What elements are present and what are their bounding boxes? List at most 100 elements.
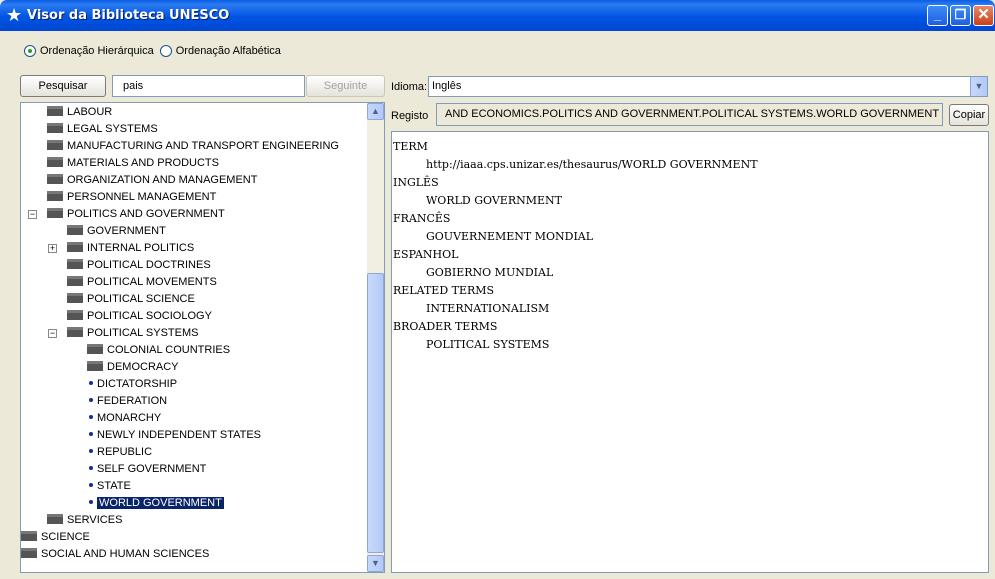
tree-item-label: POLITICAL SYSTEMS <box>87 327 199 339</box>
detail-value: WORLD GOVERNMENT <box>426 194 562 207</box>
tree-item[interactable]: POLITICAL MOVEMENTS <box>67 274 217 291</box>
expand-icon[interactable]: + <box>48 244 57 253</box>
bullet-icon <box>89 483 93 487</box>
detail-heading: RELATED TERMS <box>393 284 495 297</box>
alphabetical-radio-label[interactable]: Ordenação Alfabética <box>176 45 281 57</box>
tree-item[interactable]: SELF GOVERNMENT <box>87 461 206 478</box>
language-value: Inglês <box>432 80 462 92</box>
maximize-button[interactable]: ❐ <box>950 5 971 26</box>
next-button[interactable]: Seguinte <box>306 75 385 97</box>
folder-icon <box>47 123 63 133</box>
folder-icon <box>87 344 103 354</box>
record-label: Registo <box>391 110 429 122</box>
tree-item-label: DEMOCRACY <box>107 361 179 373</box>
app-star-icon: ★ <box>6 5 23 25</box>
tree-item[interactable]: LEGAL SYSTEMS <box>47 121 158 138</box>
tree-item[interactable]: − POLITICS AND GOVERNMENT <box>28 206 225 223</box>
search-input[interactable]: pais <box>112 75 305 97</box>
copy-button[interactable]: Copiar <box>949 104 989 126</box>
hierarchical-radio[interactable] <box>24 45 36 57</box>
minimize-button[interactable]: _ <box>927 5 948 26</box>
tree-item[interactable]: SERVICES <box>47 512 122 529</box>
tree-item[interactable]: POLITICAL SCIENCE <box>67 291 195 308</box>
tree-item-label: SOCIAL AND HUMAN SCIENCES <box>41 548 210 560</box>
folder-icon <box>47 514 63 524</box>
close-button[interactable]: ✕ <box>973 5 994 26</box>
tree-item[interactable]: GOVERNMENT <box>67 223 166 240</box>
tree-item-label: LABOUR <box>67 106 113 118</box>
tree-item[interactable]: STATE <box>87 478 131 495</box>
thesaurus-tree[interactable]: LABOUR LEGAL SYSTEMS MANUFACTURING AND TRA… <box>20 102 385 573</box>
collapse-icon[interactable]: − <box>48 329 57 338</box>
tree-item-label: COLONIAL COUNTRIES <box>107 344 231 356</box>
folder-icon <box>67 276 83 286</box>
bullet-icon <box>89 381 93 385</box>
tree-item[interactable]: MANUFACTURING AND TRANSPORT ENGINEERING <box>47 138 339 155</box>
term-detail-panel[interactable]: TERM http://iaaa.cps.unizar.es/thesaurus/… <box>391 131 989 573</box>
tree-item[interactable]: NEWLY INDEPENDENT STATES <box>87 427 261 444</box>
folder-icon <box>87 361 103 371</box>
tree-item-label: POLITICAL DOCTRINES <box>87 259 211 271</box>
ordering-options: Ordenação Hierárquica Ordenação Alfabéti… <box>24 43 287 59</box>
detail-heading: ESPANHOL <box>393 248 459 261</box>
tree-item[interactable]: LABOUR <box>47 104 112 121</box>
tree-item-label: MANUFACTURING AND TRANSPORT ENGINEERING <box>67 140 339 152</box>
tree-item-label: LEGAL SYSTEMS <box>67 123 158 135</box>
detail-value: GOUVERNEMENT MONDIAL <box>426 230 594 243</box>
detail-heading: BROADER TERMS <box>393 320 498 333</box>
tree-item[interactable]: WORLD GOVERNMENT <box>87 495 224 512</box>
folder-icon <box>47 106 63 116</box>
alphabetical-radio[interactable] <box>159 45 172 57</box>
language-select[interactable]: Inglês ▼ <box>428 76 988 97</box>
tree-item[interactable]: − POLITICAL SYSTEMS <box>48 325 199 342</box>
tree-item-label: POLITICS AND GOVERNMENT <box>67 208 225 220</box>
tree-item-label: POLITICAL SOCIOLOGY <box>87 310 212 322</box>
tree-item[interactable]: DICTATORSHIP <box>87 376 177 393</box>
tree-item-label: POLITICAL MOVEMENTS <box>87 276 217 288</box>
tree-item-label: DICTATORSHIP <box>97 378 178 390</box>
detail-heading: INGLÊS <box>393 176 439 189</box>
tree-item[interactable]: REPUBLIC <box>87 444 152 461</box>
tree-item[interactable]: POLITICAL DOCTRINES <box>67 257 211 274</box>
title-bar[interactable]: ★ Visor da Biblioteca UNESCO _ ❐ ✕ <box>0 0 995 31</box>
tree-item-label: SERVICES <box>67 514 123 526</box>
folder-icon <box>67 327 83 337</box>
chevron-down-icon[interactable]: ▼ <box>970 77 987 96</box>
detail-value: GOBIERNO MUNDIAL <box>426 266 554 279</box>
tree-item[interactable]: SOCIAL AND HUMAN SCIENCES <box>21 546 209 563</box>
tree-item-label: NEWLY INDEPENDENT STATES <box>97 429 262 441</box>
tree-scrollbar[interactable]: ▲ ▼ <box>367 103 384 572</box>
tree-item[interactable]: POLITICAL SOCIOLOGY <box>67 308 212 325</box>
scroll-up-icon[interactable]: ▲ <box>367 103 384 120</box>
detail-heading: FRANCÊS <box>393 212 451 225</box>
folder-icon <box>47 208 63 218</box>
tree-item[interactable]: SCIENCE <box>21 529 90 546</box>
tree-item[interactable]: PERSONNEL MANAGEMENT <box>47 189 216 206</box>
collapse-icon[interactable]: − <box>28 210 37 219</box>
scroll-thumb[interactable] <box>367 273 384 553</box>
folder-icon <box>47 191 63 201</box>
tree-item-label: PERSONNEL MANAGEMENT <box>67 191 217 203</box>
detail-value: http://iaaa.cps.unizar.es/thesaurus/WORL… <box>426 158 758 171</box>
tree-item-label: WORLD GOVERNMENT <box>97 497 224 509</box>
folder-icon <box>21 548 37 558</box>
tree-item-label: POLITICAL SCIENCE <box>87 293 195 305</box>
tree-item[interactable]: ORGANIZATION AND MANAGEMENT <box>47 172 257 189</box>
tree-item[interactable]: MONARCHY <box>87 410 161 427</box>
folder-icon <box>67 242 83 252</box>
window-title: Visor da Biblioteca UNESCO <box>27 8 230 23</box>
hierarchical-radio-label[interactable]: Ordenação Hierárquica <box>40 45 154 57</box>
tree-item[interactable]: FEDERATION <box>87 393 167 410</box>
bullet-icon <box>89 466 93 470</box>
detail-value: POLITICAL SYSTEMS <box>426 338 550 351</box>
tree-item[interactable]: + INTERNAL POLITICS <box>48 240 194 257</box>
detail-heading: TERM <box>393 140 428 153</box>
tree-item[interactable]: DEMOCRACY <box>87 359 179 376</box>
scroll-down-icon[interactable]: ▼ <box>367 555 384 572</box>
record-path-field[interactable]: AND ECONOMICS.POLITICS AND GOVERNMENT.PO… <box>436 103 943 126</box>
tree-item-label: SELF GOVERNMENT <box>97 463 207 475</box>
search-button[interactable]: Pesquisar <box>20 75 106 97</box>
tree-item[interactable]: COLONIAL COUNTRIES <box>87 342 230 359</box>
folder-icon <box>67 293 83 303</box>
tree-item[interactable]: MATERIALS AND PRODUCTS <box>47 155 219 172</box>
